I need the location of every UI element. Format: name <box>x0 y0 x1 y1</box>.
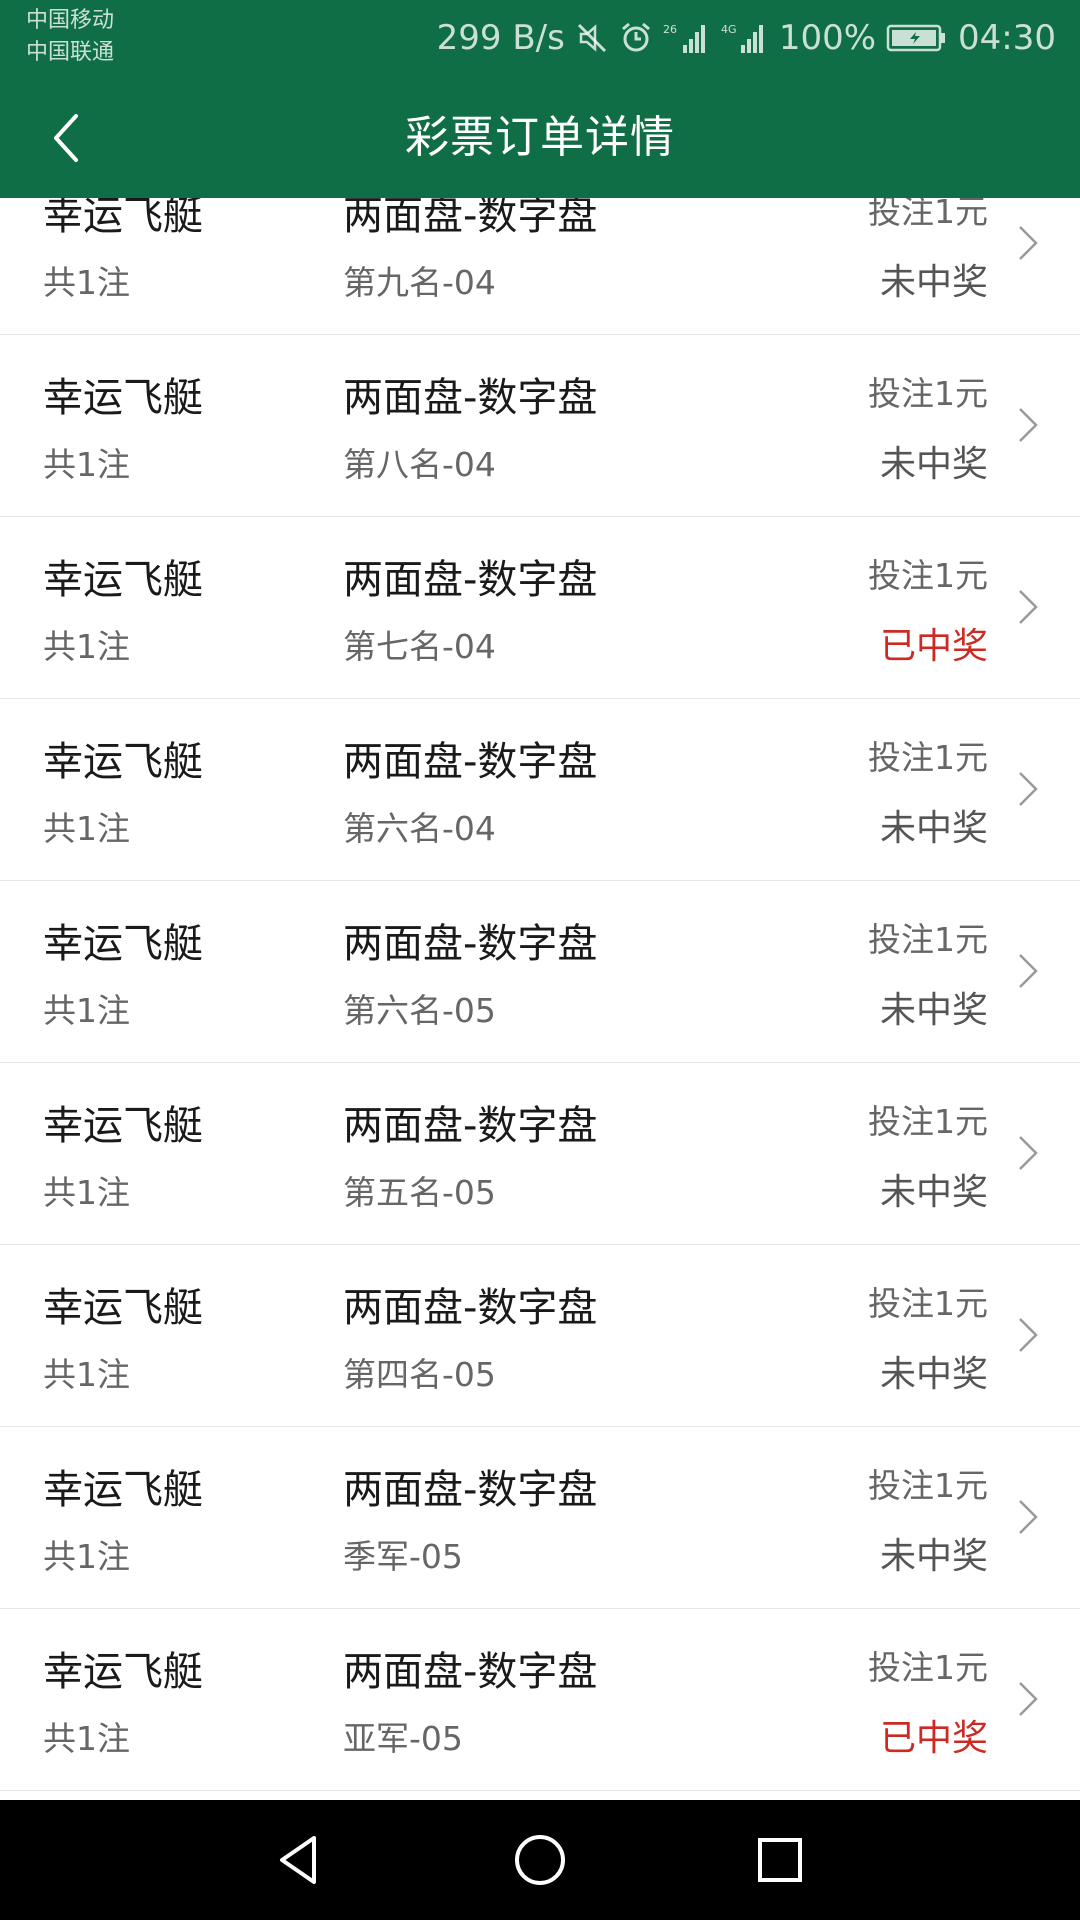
order-result: 未中奖 <box>879 444 988 485</box>
order-pick: 季军-05 <box>343 1537 463 1576</box>
back-button[interactable] <box>28 100 104 176</box>
navigation-bar <box>0 1800 1080 1920</box>
order-game-name: 幸运飞艇 <box>43 739 203 785</box>
order-row[interactable]: 幸运飞艇共1注 两面盘-数字盘第八名-04 投注1元未中奖 <box>0 335 1080 517</box>
order-result: 未中奖 <box>879 1172 988 1213</box>
page-title: 彩票订单详情 <box>405 112 675 163</box>
order-row[interactable]: 幸运飞艇共1注 两面盘-数字盘第七名-04 投注1元已中奖 <box>0 517 1080 699</box>
order-play-type: 两面盘-数字盘 <box>343 1103 598 1149</box>
chevron-right-icon <box>1019 1682 1038 1716</box>
order-result: 未中奖 <box>879 990 988 1031</box>
chevron-left-icon <box>54 114 78 162</box>
signal-icon: 26 <box>663 21 711 55</box>
order-game-name: 幸运飞艇 <box>43 1649 203 1695</box>
chevron-right-icon <box>1019 1500 1038 1534</box>
order-pick: 第六名-05 <box>343 991 496 1030</box>
order-bet-count: 共1注 <box>43 991 130 1030</box>
nav-recents-button[interactable] <box>740 1820 820 1900</box>
carrier-1: 中国移动 <box>26 8 115 33</box>
order-result: 已中奖 <box>879 626 988 667</box>
order-row[interactable]: 幸运飞艇共1注 两面盘-数字盘第六名-05 投注1元未中奖 <box>0 881 1080 1063</box>
order-bet-amount: 投注1元 <box>868 1648 988 1687</box>
order-play-type: 两面盘-数字盘 <box>343 1285 598 1331</box>
recents-square-icon <box>758 1838 802 1882</box>
order-row[interactable]: 幸运飞艇共1注 两面盘-数字盘第六名-04 投注1元未中奖 <box>0 699 1080 881</box>
network-speed: 299 B/s <box>436 18 565 58</box>
order-bet-count: 共1注 <box>43 809 130 848</box>
order-play-type: 两面盘-数字盘 <box>343 1467 598 1513</box>
order-bet-amount: 投注1元 <box>868 1284 988 1323</box>
order-pick: 第七名-04 <box>343 627 496 666</box>
chevron-right-icon <box>1019 408 1038 442</box>
order-game-name: 幸运飞艇 <box>43 1467 203 1513</box>
chevron-right-icon <box>1019 772 1038 806</box>
order-bet-amount: 投注1元 <box>868 374 988 413</box>
order-list-inner: 幸运飞艇 共1注 两面盘-数字盘 第九名-04 投注1元 未中奖 幸运飞艇 共1注 两面盘-数字… <box>0 198 1080 1791</box>
order-bet-amount: 投注1元 <box>868 920 988 959</box>
alarm-icon <box>619 21 653 55</box>
nav-home-button[interactable] <box>500 1820 580 1900</box>
order-pick: 第四名-05 <box>343 1355 496 1394</box>
order-bet-count: 共1注 <box>43 627 130 666</box>
order-pick: 第五名-05 <box>343 1173 496 1212</box>
nav-back-button[interactable] <box>260 1820 340 1900</box>
order-result: 未中奖 <box>879 1536 988 1577</box>
order-play-type: 两面盘-数字盘 <box>343 921 598 967</box>
order-bet-count: 共1注 <box>43 263 130 302</box>
order-result: 已中奖 <box>879 1718 988 1759</box>
order-bet-count: 共1注 <box>43 1173 130 1212</box>
order-bet-count: 共1注 <box>43 1537 130 1576</box>
order-play-type: 两面盘-数字盘 <box>343 557 598 603</box>
order-play-type: 两面盘-数字盘 <box>343 198 598 239</box>
order-bet-amount: 投注1元 <box>868 1466 988 1505</box>
order-row[interactable]: 幸运飞艇共1注 两面盘-数字盘第四名-05 投注1元未中奖 <box>0 1245 1080 1427</box>
chevron-right-icon <box>1019 590 1038 624</box>
order-pick: 第六名-04 <box>343 809 496 848</box>
mute-icon <box>575 21 609 55</box>
order-bet-count: 共1注 <box>43 445 130 484</box>
order-result: 未中奖 <box>879 262 988 303</box>
battery-percent: 100% <box>778 18 877 58</box>
order-row[interactable]: 幸运飞艇共1注 两面盘-数字盘 第九名-04 投注1元未中奖 <box>0 198 1080 335</box>
order-pick: 亚军-05 <box>343 1719 463 1758</box>
app-bar: 彩票订单详情 <box>0 78 1080 198</box>
order-bet-count: 共1注 <box>43 1355 130 1394</box>
order-bet-amount: 投注1元 <box>868 556 988 595</box>
chevron-right-icon <box>1019 226 1038 260</box>
order-play-type: 两面盘-数字盘 <box>343 375 598 421</box>
order-bet-amount: 投注1元 <box>868 198 988 231</box>
chevron-right-icon <box>1019 1318 1038 1352</box>
order-play-type: 两面盘-数字盘 <box>343 739 598 785</box>
order-row[interactable]: 幸运飞艇共1注 两面盘-数字盘亚军-05 投注1元已中奖 <box>0 1609 1080 1791</box>
order-game-name: 幸运飞艇 <box>43 1103 203 1149</box>
carrier-2: 中国联通 <box>26 40 115 65</box>
chevron-right-icon <box>1019 1136 1038 1170</box>
order-game-name: 幸运飞艇 <box>43 1285 203 1331</box>
battery-icon <box>886 23 948 53</box>
clock: 04:30 <box>958 18 1056 58</box>
order-result: 未中奖 <box>879 808 988 849</box>
order-row[interactable]: 幸运飞艇共1注 两面盘-数字盘季军-05 投注1元未中奖 <box>0 1427 1080 1609</box>
chevron-right-icon <box>1019 954 1038 988</box>
signal-icon: 4G <box>721 21 769 55</box>
status-icons: 299 B/s 26 4G 100% 04:30 <box>437 14 1056 62</box>
home-circle-icon <box>515 1835 565 1885</box>
order-pick: 第九名-04 <box>343 263 496 302</box>
order-result: 未中奖 <box>879 1354 988 1395</box>
order-game-name: 幸运飞艇 <box>43 557 203 603</box>
order-pick: 第八名-04 <box>343 445 496 484</box>
svg-text:4G: 4G <box>721 23 737 36</box>
order-row[interactable]: 幸运飞艇共1注 两面盘-数字盘第五名-05 投注1元未中奖 <box>0 1063 1080 1245</box>
order-game-name: 幸运飞艇 <box>43 375 203 421</box>
order-bet-amount: 投注1元 <box>868 738 988 777</box>
back-triangle-icon <box>280 1836 316 1884</box>
order-bet-count: 共1注 <box>43 1719 130 1758</box>
order-bet-amount: 投注1元 <box>868 1102 988 1141</box>
order-play-type: 两面盘-数字盘 <box>343 1649 598 1695</box>
order-game-name: 幸运飞艇 <box>43 198 203 239</box>
order-game-name: 幸运飞艇 <box>43 921 203 967</box>
status-bar: 中国移动 中国联通 299 B/s 26 4G 100% 04:30 <box>0 0 1080 78</box>
order-list[interactable]: 幸运飞艇 共1注 两面盘-数字盘 第九名-04 投注1元 未中奖 幸运飞艇 共1注 两面盘-数字… <box>0 198 1080 1800</box>
svg-text:26: 26 <box>663 23 677 36</box>
